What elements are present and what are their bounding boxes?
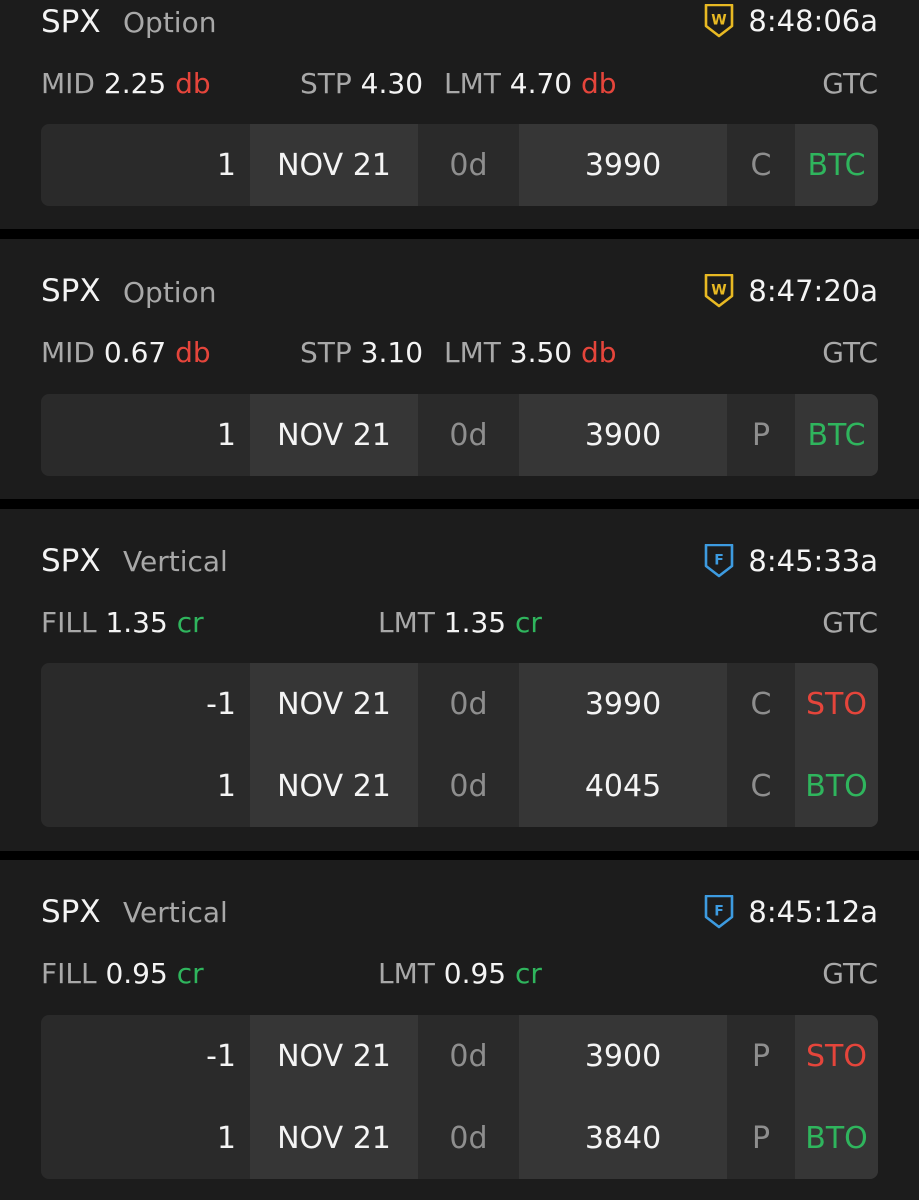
order-type: Option: [123, 6, 217, 39]
leg-dte: 0d: [449, 686, 488, 722]
leg-strike: 3840: [519, 1097, 727, 1179]
leg-strike: 3900: [519, 1015, 727, 1097]
leg-call-put: P: [751, 417, 771, 453]
leg-side: BTO: [795, 745, 878, 827]
filled-badge-icon: F: [705, 544, 734, 578]
limit-price: LMT 0.95 cr: [378, 957, 542, 990]
order-card[interactable]: SPX Option W 8:47:20a MID 0.67 db STP 3.…: [0, 239, 919, 499]
fill-price: FILL 1.35 cr: [41, 606, 204, 639]
leg-qty: 1: [216, 147, 236, 183]
limit-price: LMT 3.50 db: [444, 336, 617, 369]
leg-call-put: P: [751, 1120, 771, 1156]
leg-row[interactable]: 1 NOV 21 0d 3900 P BTC: [41, 394, 878, 476]
stop-price: STP 3.10: [300, 336, 424, 369]
order-symbol: SPX: [41, 273, 101, 309]
leg-row[interactable]: 1 NOV 21 0d 4045 C BTO: [41, 745, 878, 827]
leg-row[interactable]: 1 NOV 21 0d 3840 P BTO: [41, 1097, 878, 1179]
order-legs: -1 NOV 21 0d 3990 C STO 1 NOV 21 0d 4045…: [41, 663, 878, 827]
mid-price: MID 2.25 db: [41, 67, 211, 100]
status-letter: F: [715, 553, 725, 569]
time-in-force: GTC: [822, 606, 878, 639]
status-letter: W: [712, 283, 727, 299]
status-letter: W: [712, 13, 727, 29]
leg-qty: 1: [216, 1120, 236, 1156]
order-price-row: MID 2.25 db STP 4.30 LMT 4.70 db GTC: [41, 66, 878, 102]
order-legs: 1 NOV 21 0d 3900 P BTC: [41, 394, 878, 476]
leg-call-put: C: [750, 686, 772, 722]
leg-expiration: NOV 21: [250, 1015, 418, 1097]
limit-price: LMT 4.70 db: [444, 67, 617, 100]
leg-expiration: NOV 21: [250, 663, 418, 745]
order-card[interactable]: SPX Vertical F 8:45:12a FILL 0.95 cr LMT…: [0, 860, 919, 1200]
order-type: Vertical: [123, 545, 228, 578]
order-type: Option: [123, 276, 217, 309]
order-price-row: MID 0.67 db STP 3.10 LMT 3.50 db GTC: [41, 335, 878, 371]
leg-dte: 0d: [449, 1120, 488, 1156]
leg-expiration: NOV 21: [250, 394, 418, 476]
stop-price: STP 4.30: [300, 67, 424, 100]
leg-call-put: P: [751, 1038, 771, 1074]
leg-side: STO: [795, 663, 878, 745]
mid-price: MID 0.67 db: [41, 336, 211, 369]
order-time: 8:48:06a: [748, 3, 878, 38]
order-status: F 8:45:12a: [704, 895, 878, 929]
leg-dte: 0d: [449, 1038, 488, 1074]
leg-strike: 3990: [519, 124, 727, 206]
leg-qty: -1: [206, 1038, 236, 1074]
leg-side: BTC: [795, 124, 878, 206]
leg-expiration: NOV 21: [250, 124, 418, 206]
leg-call-put: C: [750, 768, 772, 804]
leg-dte: 0d: [449, 147, 488, 183]
filled-badge-icon: F: [705, 895, 734, 929]
leg-qty: 1: [216, 417, 236, 453]
leg-side: BTO: [795, 1097, 878, 1179]
leg-side: BTC: [795, 394, 878, 476]
leg-dte: 0d: [449, 768, 488, 804]
leg-strike: 4045: [519, 745, 727, 827]
working-badge-icon: W: [705, 274, 734, 308]
leg-row[interactable]: 1 NOV 21 0d 3990 C BTC: [41, 124, 878, 206]
leg-qty: -1: [206, 686, 236, 722]
leg-dte: 0d: [449, 417, 488, 453]
order-card[interactable]: SPX Vertical F 8:45:33a FILL 1.35 cr LMT…: [0, 509, 919, 851]
order-symbol: SPX: [41, 894, 101, 930]
order-time: 8:45:33a: [748, 543, 878, 578]
leg-expiration: NOV 21: [250, 1097, 418, 1179]
order-price-row: FILL 1.35 cr LMT 1.35 cr GTC: [41, 605, 878, 641]
order-type: Vertical: [123, 896, 228, 929]
leg-qty: 1: [216, 768, 236, 804]
status-letter: F: [715, 904, 725, 920]
time-in-force: GTC: [822, 957, 878, 990]
working-badge-icon: W: [705, 4, 734, 38]
leg-strike: 3900: [519, 394, 727, 476]
leg-row[interactable]: -1 NOV 21 0d 3900 P STO: [41, 1015, 878, 1097]
leg-row[interactable]: -1 NOV 21 0d 3990 C STO: [41, 663, 878, 745]
order-legs: -1 NOV 21 0d 3900 P STO 1 NOV 21 0d 3840…: [41, 1015, 878, 1179]
leg-side: STO: [795, 1015, 878, 1097]
order-card[interactable]: SPX Option W 8:48:06a MID 2.25 db STP 4.…: [0, 0, 919, 229]
order-legs: 1 NOV 21 0d 3990 C BTC: [41, 124, 878, 206]
time-in-force: GTC: [822, 67, 878, 100]
order-status: W 8:47:20a: [704, 274, 878, 308]
order-symbol: SPX: [41, 543, 101, 579]
order-status: F 8:45:33a: [704, 544, 878, 578]
leg-strike: 3990: [519, 663, 727, 745]
fill-price: FILL 0.95 cr: [41, 957, 204, 990]
order-time: 8:47:20a: [748, 273, 878, 308]
leg-expiration: NOV 21: [250, 745, 418, 827]
order-symbol: SPX: [41, 4, 101, 40]
leg-call-put: C: [750, 147, 772, 183]
time-in-force: GTC: [822, 336, 878, 369]
order-time: 8:45:12a: [748, 894, 878, 929]
order-price-row: FILL 0.95 cr LMT 0.95 cr GTC: [41, 956, 878, 992]
order-status: W 8:48:06a: [704, 4, 878, 38]
limit-price: LMT 1.35 cr: [378, 606, 542, 639]
